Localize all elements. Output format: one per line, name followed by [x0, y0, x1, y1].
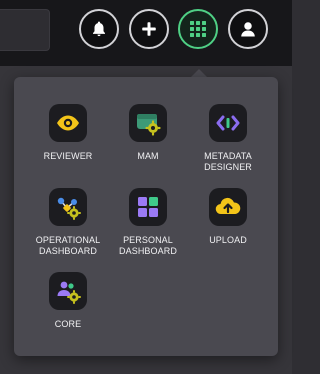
app-metadata-designer[interactable]: METADATA DESIGNER	[188, 104, 268, 173]
apps-grid-button[interactable]	[178, 9, 218, 49]
cloud-upload-icon	[215, 197, 241, 215]
workflow-gear-icon	[57, 197, 81, 220]
user-icon	[241, 22, 255, 37]
app-label: METADATA DESIGNER	[204, 151, 252, 172]
media-gear-icon	[137, 114, 161, 136]
search-box[interactable]	[0, 9, 50, 51]
plus-icon	[142, 22, 156, 36]
app-label: PERSONAL DASHBOARD	[119, 235, 177, 256]
app-label: CORE	[54, 319, 82, 329]
add-button[interactable]	[129, 9, 169, 49]
eye-icon	[57, 115, 79, 131]
code-brackets-icon	[216, 115, 240, 131]
app-mam[interactable]: MAM	[108, 104, 188, 162]
notifications-button[interactable]	[79, 9, 119, 49]
app-tile	[49, 188, 87, 226]
grid-icon	[190, 21, 206, 37]
app-tile	[209, 188, 247, 226]
dashboard-tiles-icon	[138, 197, 158, 217]
app-tile	[129, 188, 167, 226]
app-tile	[209, 104, 247, 142]
app-upload[interactable]: UPLOAD	[188, 188, 268, 246]
menu-caret	[191, 69, 207, 77]
app-tile	[49, 272, 87, 310]
bell-icon	[93, 21, 105, 37]
app-label: REVIEWER	[43, 151, 93, 161]
app-operational-dashboard[interactable]: OPERATIONAL DASHBOARD	[28, 188, 108, 257]
app-label: OPERATIONAL DASHBOARD	[35, 235, 101, 256]
apps-menu-panel: REVIEWER MAM METADATA DESIGNER OPERATION…	[14, 77, 278, 356]
users-gear-icon	[57, 281, 81, 304]
app-core[interactable]: CORE	[28, 272, 108, 330]
user-profile-button[interactable]	[228, 9, 268, 49]
app-tile	[129, 104, 167, 142]
app-reviewer[interactable]: REVIEWER	[28, 104, 108, 162]
app-label: MAM	[137, 151, 159, 161]
app-personal-dashboard[interactable]: PERSONAL DASHBOARD	[108, 188, 188, 257]
app-label: UPLOAD	[209, 235, 247, 245]
app-tile	[49, 104, 87, 142]
